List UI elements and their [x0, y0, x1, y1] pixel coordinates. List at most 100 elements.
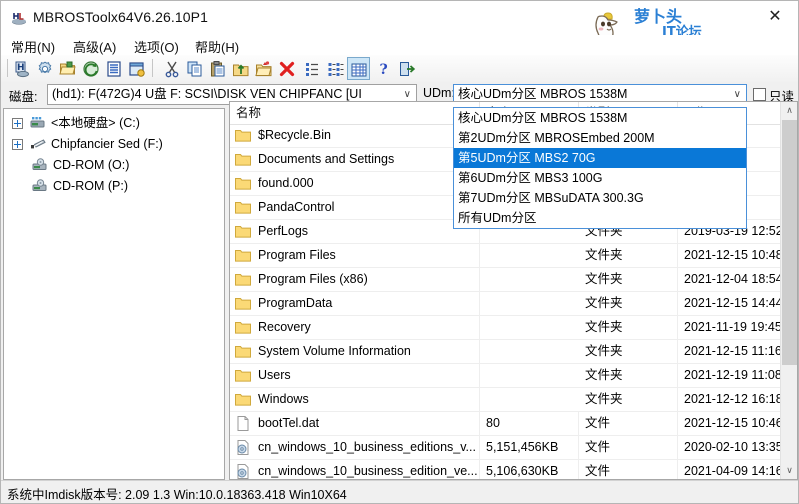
- file-type: 文件: [579, 412, 678, 435]
- tile-view-icon[interactable]: [324, 57, 347, 80]
- table-row[interactable]: cn_windows_10_business_editions_v... 5,1…: [230, 436, 797, 460]
- udm-option-1[interactable]: 第2UDm分区 MBROSEmbed 200M: [454, 128, 746, 148]
- drive-tree: <本地硬盘> (C:) Chipfancier Sed (F:) CD-ROM …: [3, 108, 225, 480]
- paste-icon[interactable]: [206, 57, 229, 80]
- cdrom-icon: [32, 179, 48, 194]
- file-type: 文件夹: [579, 244, 678, 267]
- settings-gear-icon[interactable]: [33, 57, 56, 80]
- udm-option-4[interactable]: 第7UDm分区 MBSuDATA 300.3G: [454, 188, 746, 208]
- readonly-checkbox[interactable]: [753, 88, 766, 101]
- title-bar: MBROSToolx64V6.26.10P1 萝卜头 IT论坛 BBS.LUOB…: [1, 1, 798, 51]
- brand-line1: 萝卜头: [634, 7, 682, 26]
- file-type: 文件夹: [579, 292, 678, 315]
- menu-advanced[interactable]: 高级(A): [71, 37, 118, 56]
- scroll-down-arrow-icon[interactable]: ∨: [781, 462, 797, 479]
- status-text: 系统中Imdisk版本号: 2.09 1.3 Win:10.0.18363.41…: [7, 488, 347, 502]
- file-name: Program Files: [230, 244, 480, 267]
- svg-text:?: ?: [379, 62, 387, 78]
- expand-toggle-icon[interactable]: [12, 139, 23, 150]
- table-row[interactable]: Program Files (x86) 文件夹 2021-12-04 18:54: [230, 268, 797, 292]
- file-name: found.000: [230, 172, 480, 195]
- udm-option-5[interactable]: 所有UDm分区: [454, 208, 746, 228]
- table-row[interactable]: ProgramData 文件夹 2021-12-15 14:44: [230, 292, 797, 316]
- details-view-icon[interactable]: [347, 57, 370, 80]
- disk-label: 磁盘:: [9, 90, 38, 104]
- file-name: Program Files (x86): [230, 268, 480, 291]
- file-name: ProgramData: [230, 292, 480, 315]
- file-name: PerfLogs: [230, 220, 480, 243]
- file-name: $Recycle.Bin: [230, 124, 480, 147]
- table-row[interactable]: Windows 文件夹 2021-12-12 16:18: [230, 388, 797, 412]
- file-name: bootTel.dat: [230, 412, 480, 435]
- tree-item-label: CD-ROM (O:): [53, 158, 130, 172]
- file-name: PandaControl: [230, 196, 480, 219]
- tree-item-label: CD-ROM (P:): [53, 179, 128, 193]
- udm-option-0[interactable]: 核心UDm分区 MBROS 1538M: [454, 108, 746, 128]
- file-name: cn_windows_10_business_edition_ve...: [230, 460, 480, 479]
- udm-label: UDm:: [423, 86, 455, 100]
- extract-folder-icon[interactable]: [229, 57, 252, 80]
- file-type: 文件夹: [579, 388, 678, 411]
- new-folder-icon[interactable]: [252, 57, 275, 80]
- column-header-name[interactable]: 名称: [230, 102, 480, 124]
- udm-option-2[interactable]: 第5UDm分区 MBS2 70G: [454, 148, 746, 168]
- refresh-icon[interactable]: [79, 57, 102, 80]
- menu-options[interactable]: 选项(O): [132, 37, 181, 56]
- hard-disk-icon: [30, 116, 46, 131]
- menu-help[interactable]: 帮助(H): [193, 37, 241, 56]
- file-type: 文件夹: [579, 268, 678, 291]
- file-type: 文件夹: [579, 340, 678, 363]
- window-title: MBROSToolx64V6.26.10P1: [33, 9, 208, 25]
- scrollbar-thumb[interactable]: [782, 120, 797, 365]
- udm-option-3[interactable]: 第6UDm分区 MBS3 100G: [454, 168, 746, 188]
- file-list-scrollbar[interactable]: ∧ ∨: [780, 102, 797, 479]
- exit-door-icon[interactable]: [395, 57, 418, 80]
- file-type: 文件夹: [579, 316, 678, 339]
- tree-item-chipfancier-f[interactable]: Chipfancier Sed (F:): [4, 134, 224, 155]
- file-name: Recovery: [230, 316, 480, 339]
- file-name: Documents and Settings: [230, 148, 480, 171]
- usb-drive-icon: [30, 137, 46, 152]
- list-view-icon[interactable]: [301, 57, 324, 80]
- tree-item-label: <本地硬盘> (C:): [51, 116, 140, 130]
- udm-select-value: 核心UDm分区 MBROS 1538M: [458, 87, 628, 101]
- status-bar: 系统中Imdisk版本号: 2.09 1.3 Win:10.0.18363.41…: [1, 480, 798, 503]
- file-name: cn_windows_10_business_editions_v...: [230, 436, 480, 459]
- open-folder-icon[interactable]: [56, 57, 79, 80]
- table-row[interactable]: cn_windows_10_business_edition_ve... 5,1…: [230, 460, 797, 479]
- copy-icon[interactable]: [183, 57, 206, 80]
- cut-scissors-icon[interactable]: [160, 57, 183, 80]
- table-row[interactable]: System Volume Information 文件夹 2021-12-15…: [230, 340, 797, 364]
- file-name: System Volume Information: [230, 340, 480, 363]
- file-size: 5,106,630KB: [480, 460, 579, 479]
- file-size: 5,151,456KB: [480, 436, 579, 459]
- expand-toggle-icon[interactable]: [12, 118, 23, 129]
- window-properties-icon[interactable]: [125, 57, 148, 80]
- scroll-up-arrow-icon[interactable]: ∧: [781, 102, 797, 119]
- disk-select-value: (hd1): F(472G)4 U盘 F: SCSI\DISK VEN CHIP…: [52, 87, 362, 101]
- app-icon: [11, 10, 27, 26]
- toolbar: H ?: [1, 55, 798, 83]
- help-question-icon[interactable]: ?: [372, 57, 395, 80]
- table-row[interactable]: bootTel.dat 80 文件 2021-12-15 10:46: [230, 412, 797, 436]
- tree-item-label: Chipfancier Sed (F:): [51, 137, 163, 151]
- file-name: Users: [230, 364, 480, 387]
- file-type: 文件: [579, 436, 678, 459]
- file-type: 文件夹: [579, 364, 678, 387]
- tree-item-cdrom-p[interactable]: CD-ROM (P:): [4, 176, 224, 197]
- table-row[interactable]: Program Files 文件夹 2021-12-15 10:48: [230, 244, 797, 268]
- close-button[interactable]: ✕: [764, 7, 786, 27]
- table-row[interactable]: Users 文件夹 2021-12-19 11:08: [230, 364, 797, 388]
- document-list-icon[interactable]: [102, 57, 125, 80]
- app-window: MBROSToolx64V6.26.10P1 萝卜头 IT论坛 BBS.LUOB…: [0, 0, 799, 504]
- delete-x-icon[interactable]: [275, 57, 298, 80]
- tree-item-cdrom-o[interactable]: CD-ROM (O:): [4, 155, 224, 176]
- table-row[interactable]: Recovery 文件夹 2021-11-19 19:45: [230, 316, 797, 340]
- file-type: 文件: [579, 460, 678, 479]
- udm-dropdown-list[interactable]: 核心UDm分区 MBROS 1538M 第2UDm分区 MBROSEmbed 2…: [453, 107, 747, 229]
- cdrom-icon: [32, 158, 48, 173]
- file-name: Windows: [230, 388, 480, 411]
- menu-common[interactable]: 常用(N): [9, 37, 57, 56]
- save-disk-icon[interactable]: H: [10, 57, 33, 80]
- tree-item-local-disk-c[interactable]: <本地硬盘> (C:): [4, 113, 224, 134]
